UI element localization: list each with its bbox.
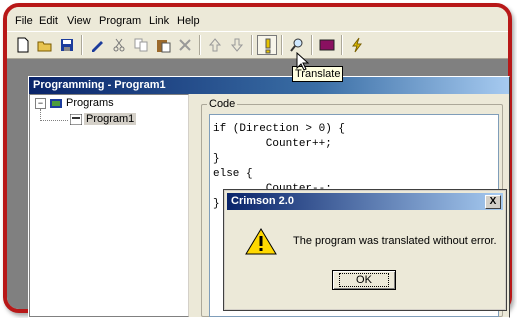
dialog-title: Crimson 2.0 [231, 195, 294, 207]
ok-button[interactable]: OK [332, 270, 396, 290]
menu-file[interactable]: File [15, 15, 33, 27]
mouse-cursor-icon [296, 52, 310, 71]
code-line: if (Direction > 0) { [213, 123, 346, 135]
move-up-icon[interactable] [205, 35, 225, 55]
code-line: } [213, 153, 220, 165]
menu-view[interactable]: View [67, 15, 91, 27]
save-icon[interactable] [57, 35, 77, 55]
code-line: Counter++; [213, 138, 332, 150]
warning-icon [245, 228, 277, 255]
menu-edit[interactable]: Edit [39, 15, 58, 27]
code-line: } [213, 198, 220, 210]
tree-item-programs[interactable]: Programs [66, 97, 114, 109]
monitor-icon[interactable] [317, 35, 337, 55]
dialog-message: The program was translated without error… [293, 235, 497, 247]
edit-pencil-icon[interactable] [87, 35, 107, 55]
menu-program[interactable]: Program [99, 15, 141, 27]
window-title: Programming - Program1 [33, 79, 166, 91]
copy-icon[interactable] [131, 35, 151, 55]
ok-button-label: OK [339, 273, 389, 287]
menu-bar: File Edit View Program Link Help [7, 7, 508, 29]
dialog-close-button[interactable]: X [485, 195, 501, 209]
window-title-bar[interactable]: Programming - Program1 [29, 77, 509, 94]
toolbar [7, 31, 508, 59]
message-dialog: Crimson 2.0 X The program was translated… [223, 189, 507, 311]
cut-icon[interactable] [109, 35, 129, 55]
dialog-title-bar[interactable]: Crimson 2.0 X [227, 193, 503, 210]
download-icon[interactable] [347, 35, 367, 55]
delete-icon[interactable] [175, 35, 195, 55]
open-icon[interactable] [35, 35, 55, 55]
menu-help[interactable]: Help [177, 15, 200, 27]
move-down-icon[interactable] [227, 35, 247, 55]
program-file-icon [70, 114, 82, 125]
code-label: Code [207, 98, 238, 110]
code-line: else { [213, 168, 253, 180]
program-tree: − Programs Program1 [29, 94, 189, 317]
menu-link[interactable]: Link [149, 15, 169, 27]
paste-icon[interactable] [153, 35, 173, 55]
new-icon[interactable] [13, 35, 33, 55]
tree-item-program1[interactable]: Program1 [84, 113, 137, 125]
translate-icon[interactable] [257, 35, 277, 55]
programs-folder-icon [50, 99, 62, 108]
collapse-toggle-icon[interactable]: − [35, 98, 46, 109]
